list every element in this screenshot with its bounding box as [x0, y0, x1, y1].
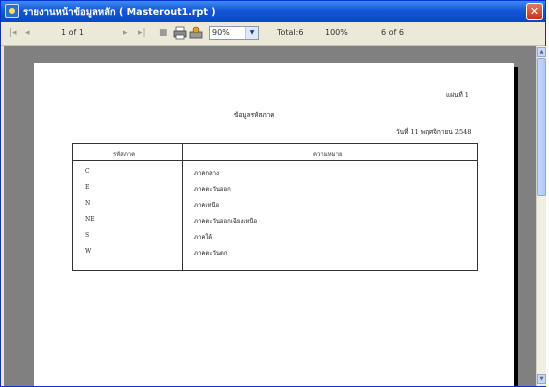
previous-page-button[interactable]: ◂ — [25, 28, 30, 38]
zoom-select[interactable]: 90% ▼ — [209, 26, 259, 40]
total-records-label: Total:6 — [277, 28, 304, 37]
region-description: ภาคใต้ — [194, 234, 213, 241]
scroll-down-button[interactable]: ▼ — [537, 374, 546, 384]
print-icon[interactable] — [173, 26, 187, 40]
table-row: W ภาคตะวันตก — [73, 244, 477, 260]
report-viewport[interactable]: แผ่นที่ 1 ข้อมูลรหัสภาค วันที่ 11 พฤศจิก… — [4, 46, 536, 386]
report-toolbar: |◂ ◂ 1 of 1 ▸ ▸| ■ 90% ▼ Total:6 100% 6 … — [1, 22, 545, 46]
report-title: ข้อมูลรหัสภาค — [234, 111, 275, 119]
page-indicator: 1 of 1 — [61, 28, 84, 37]
region-description: ภาคตะวันตก — [194, 250, 228, 257]
table-row: S ภาคใต้ — [73, 228, 477, 244]
title-bar[interactable]: รายงานหน้าข้อมูลหลัก ( Masterout1.rpt ) … — [1, 1, 545, 22]
region-code: W — [85, 248, 92, 255]
report-viewer-window: รายงานหน้าข้อมูลหลัก ( Masterout1.rpt ) … — [0, 0, 546, 387]
region-description: ภาคเหนือ — [194, 202, 220, 209]
region-code: N — [85, 200, 91, 207]
table-row: NE ภาคตะวันออกเฉียงเหนือ — [73, 212, 477, 228]
first-page-button[interactable]: |◂ — [9, 28, 17, 38]
region-description: ภาคตะวันออกเฉียงเหนือ — [194, 218, 258, 225]
report-table: รหัสภาค ความหมาย C ภาคกลาง E ภาคตะวันออก… — [72, 143, 478, 271]
app-icon — [5, 4, 19, 18]
percent-label: 100% — [325, 28, 348, 37]
region-code: E — [85, 184, 90, 191]
header-divider — [73, 160, 477, 161]
region-description: ภาคกลาง — [194, 170, 219, 177]
report-date: วันที่ 11 พฤศจิกายน 2548 — [396, 128, 472, 136]
last-page-button[interactable]: ▸| — [138, 28, 146, 38]
scroll-thumb[interactable] — [537, 58, 546, 196]
zoom-value: 90% — [212, 28, 230, 37]
table-row: E ภาคตะวันออก — [73, 180, 477, 196]
vertical-scrollbar[interactable]: ▲ ▼ — [536, 46, 546, 386]
region-code: S — [85, 232, 90, 239]
table-row: N ภาคเหนือ — [73, 196, 477, 212]
export-icon[interactable] — [189, 26, 203, 40]
table-row: C ภาคกลาง — [73, 164, 477, 180]
column-header-description: ความหมาย — [313, 151, 343, 158]
stop-button[interactable]: ■ — [159, 28, 168, 38]
scroll-up-button[interactable]: ▲ — [537, 47, 546, 57]
close-button[interactable]: ✕ — [526, 3, 543, 20]
page-number: แผ่นที่ 1 — [446, 91, 469, 99]
next-page-button[interactable]: ▸ — [123, 28, 128, 38]
window-title: รายงานหน้าข้อมูลหลัก ( Masterout1.rpt ) — [23, 7, 216, 18]
column-header-code: รหัสภาค — [113, 151, 136, 158]
region-description: ภาคตะวันออก — [194, 186, 231, 193]
chevron-down-icon[interactable]: ▼ — [245, 27, 258, 39]
region-code: C — [85, 168, 90, 175]
records-count-label: 6 of 6 — [381, 28, 404, 37]
report-page: แผ่นที่ 1 ข้อมูลรหัสภาค วันที่ 11 พฤศจิก… — [34, 63, 514, 386]
region-code: NE — [85, 216, 95, 223]
